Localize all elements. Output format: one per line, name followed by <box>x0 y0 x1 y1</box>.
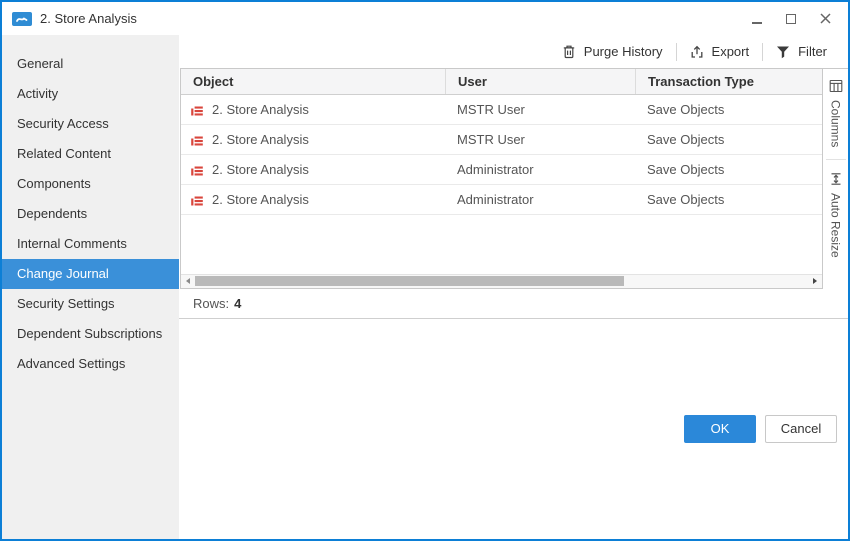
close-icon[interactable] <box>818 12 832 26</box>
transaction-type-cell: Save Objects <box>635 95 822 124</box>
sidebar-item-dependent-subscriptions[interactable]: Dependent Subscriptions <box>2 319 179 349</box>
columns-icon <box>829 79 843 93</box>
sidebar-item-general[interactable]: General <box>2 49 179 79</box>
sidebar-item-dependents[interactable]: Dependents <box>2 199 179 229</box>
sidebar-item-change-journal[interactable]: Change Journal <box>2 259 179 289</box>
table-header-row: Object User Transaction Type <box>181 69 822 95</box>
scroll-left-icon[interactable] <box>181 274 195 288</box>
sidebar-item-security-access[interactable]: Security Access <box>2 109 179 139</box>
sidebar-item-security-settings[interactable]: Security Settings <box>2 289 179 319</box>
sidebar-item-advanced-settings[interactable]: Advanced Settings <box>2 349 179 379</box>
filter-button[interactable]: Filter <box>763 40 840 64</box>
scrollbar-thumb[interactable] <box>195 276 624 286</box>
user-cell: Administrator <box>445 155 635 184</box>
report-icon <box>190 133 204 147</box>
filter-icon <box>776 45 790 59</box>
transaction-type-cell: Save Objects <box>635 155 822 184</box>
sidebar-item-activity[interactable]: Activity <box>2 79 179 109</box>
user-cell: MSTR User <box>445 125 635 154</box>
scroll-right-icon[interactable] <box>808 274 822 288</box>
report-icon <box>190 193 204 207</box>
transaction-type-cell: Save Objects <box>635 125 822 154</box>
grid-region: Object User Transaction Type <box>179 68 848 289</box>
object-cell: 2. Store Analysis <box>181 155 445 184</box>
title-bar: 2. Store Analysis <box>2 2 848 35</box>
dialog-body: General Activity Security Access Related… <box>2 35 848 539</box>
purge-history-label: Purge History <box>584 44 663 59</box>
column-header-transaction-type: Transaction Type <box>635 69 822 94</box>
column-header-object: Object <box>181 69 445 94</box>
column-header-user: User <box>445 69 635 94</box>
object-name: 2. Store Analysis <box>212 132 309 147</box>
sidebar-item-internal-comments[interactable]: Internal Comments <box>2 229 179 259</box>
toolbar: Purge History Export <box>179 35 848 68</box>
filter-label: Filter <box>798 44 827 59</box>
object-cell: 2. Store Analysis <box>181 125 445 154</box>
window-controls <box>750 12 838 26</box>
sidebar: General Activity Security Access Related… <box>2 35 179 539</box>
auto-resize-icon <box>829 172 843 186</box>
columns-tab-label: Columns <box>829 100 843 147</box>
main-content: Purge History Export <box>179 35 848 539</box>
status-bar: Rows: 4 <box>179 289 848 319</box>
trash-icon <box>562 44 576 59</box>
export-icon <box>690 45 704 59</box>
dialog-footer: OK Cancel <box>179 319 848 540</box>
object-cell: 2. Store Analysis <box>181 185 445 214</box>
auto-resize-tab[interactable]: Auto Resize <box>829 172 843 258</box>
report-icon <box>190 103 204 117</box>
export-label: Export <box>712 44 750 59</box>
columns-tab[interactable]: Columns <box>829 79 843 147</box>
transaction-type-cell: Save Objects <box>635 185 822 214</box>
rows-label: Rows: <box>193 296 229 311</box>
user-cell: Administrator <box>445 185 635 214</box>
table-row[interactable]: 2. Store Analysis Administrator Save Obj… <box>181 185 822 215</box>
panel-divider <box>826 159 846 160</box>
table-row[interactable]: 2. Store Analysis MSTR User Save Objects <box>181 95 822 125</box>
export-button[interactable]: Export <box>677 40 763 64</box>
object-name: 2. Store Analysis <box>212 162 309 177</box>
sidebar-item-related-content[interactable]: Related Content <box>2 139 179 169</box>
maximize-icon[interactable] <box>784 12 798 26</box>
auto-resize-tab-label: Auto Resize <box>829 193 843 258</box>
ok-button[interactable]: OK <box>684 415 756 443</box>
window-title: 2. Store Analysis <box>40 11 137 26</box>
table-empty-area <box>181 215 822 274</box>
rows-count: 4 <box>234 296 241 311</box>
cancel-button[interactable]: Cancel <box>765 415 837 443</box>
object-name: 2. Store Analysis <box>212 102 309 117</box>
object-name: 2. Store Analysis <box>212 192 309 207</box>
report-icon <box>190 163 204 177</box>
user-cell: MSTR User <box>445 95 635 124</box>
sidebar-item-components[interactable]: Components <box>2 169 179 199</box>
grid-tools-panel: Columns Auto R <box>822 68 848 289</box>
table-row[interactable]: 2. Store Analysis Administrator Save Obj… <box>181 155 822 185</box>
purge-history-button[interactable]: Purge History <box>549 40 676 64</box>
table-row[interactable]: 2. Store Analysis MSTR User Save Objects <box>181 125 822 155</box>
object-properties-dialog: 2. Store Analysis General Activity Secur… <box>0 0 850 541</box>
minimize-icon[interactable] <box>750 12 764 26</box>
change-journal-table: Object User Transaction Type <box>180 68 822 289</box>
app-icon <box>12 12 32 26</box>
horizontal-scrollbar[interactable] <box>181 274 822 288</box>
object-cell: 2. Store Analysis <box>181 95 445 124</box>
